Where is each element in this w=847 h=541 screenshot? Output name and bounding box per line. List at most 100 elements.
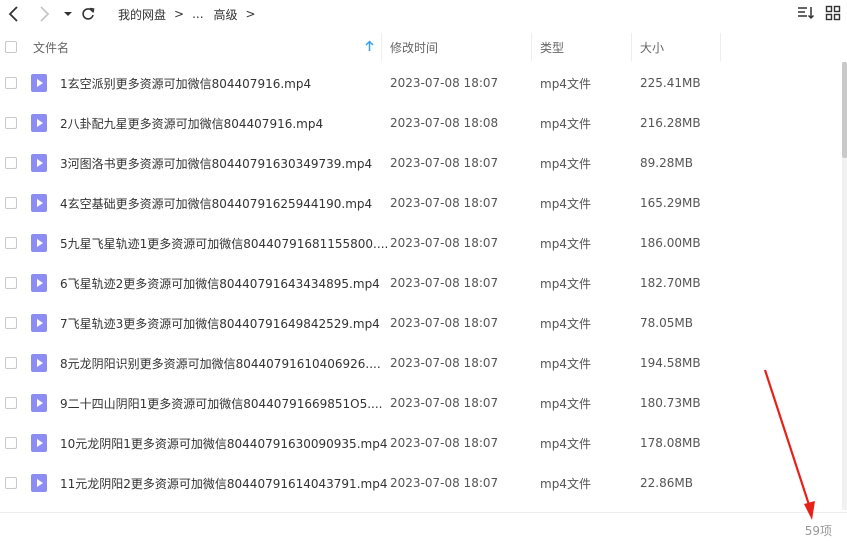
file-type: mp4文件 xyxy=(540,156,591,171)
column-name[interactable]: 文件名 xyxy=(33,33,381,61)
file-size: 22.86MB xyxy=(640,476,693,490)
file-modified: 2023-07-08 18:07 xyxy=(390,356,499,370)
row-checkbox[interactable] xyxy=(5,143,17,183)
row-checkbox[interactable] xyxy=(5,423,17,463)
status-bar: 59项 xyxy=(0,512,847,541)
column-type-label: 类型 xyxy=(540,40,565,55)
table-row[interactable]: 2八卦配九星更多资源可加微信804407916.mp4 2023-07-08 1… xyxy=(0,103,847,143)
file-name[interactable]: 10元龙阴阳1更多资源可加微信80440791630090935.mp4 xyxy=(60,423,387,463)
table-row[interactable]: 7飞星轨迹3更多资源可加微信80440791649842529.mp4 2023… xyxy=(0,303,847,343)
file-name[interactable]: 5九星飞星轨迹1更多资源可加微信80440791681155800.... xyxy=(60,223,388,263)
row-checkbox[interactable] xyxy=(5,463,17,503)
file-size: 216.28MB xyxy=(640,116,701,130)
scrollbar-thumb[interactable] xyxy=(842,62,847,158)
file-modified: 2023-07-08 18:07 xyxy=(390,196,499,210)
item-count: 59项 xyxy=(804,524,832,538)
file-size: 89.28MB xyxy=(640,156,693,170)
file-type: mp4文件 xyxy=(540,356,591,371)
row-checkbox[interactable] xyxy=(5,383,17,423)
file-type: mp4文件 xyxy=(540,396,591,411)
back-arrow-icon[interactable] xyxy=(4,4,24,24)
breadcrumb-ellipsis[interactable]: ... xyxy=(192,7,203,21)
file-modified: 2023-07-08 18:07 xyxy=(390,156,499,170)
file-type: mp4文件 xyxy=(540,316,591,331)
file-modified: 2023-07-08 18:07 xyxy=(390,236,499,250)
table-row[interactable]: 8元龙阴阳识别更多资源可加微信80440791610406926.... 202… xyxy=(0,343,847,383)
file-size: 225.41MB xyxy=(640,76,701,90)
file-modified: 2023-07-08 18:07 xyxy=(390,276,499,290)
forward-arrow-icon[interactable] xyxy=(34,4,54,24)
file-type: mp4文件 xyxy=(540,276,591,291)
file-size: 165.29MB xyxy=(640,196,701,210)
video-file-icon xyxy=(31,223,47,263)
row-checkbox[interactable] xyxy=(5,343,17,383)
video-file-icon xyxy=(31,463,47,503)
column-type[interactable]: 类型 xyxy=(531,33,631,61)
table-row[interactable]: 4玄空基础更多资源可加微信80440791625944190.mp4 2023-… xyxy=(0,183,847,223)
file-name[interactable]: 11元龙阴阳2更多资源可加微信80440791614043791.mp4 xyxy=(60,463,387,503)
column-modified-label: 修改时间 xyxy=(390,40,439,55)
file-size: 182.70MB xyxy=(640,276,701,290)
file-type: mp4文件 xyxy=(540,236,591,251)
row-checkbox[interactable] xyxy=(5,63,17,103)
file-size: 186.00MB xyxy=(640,236,701,250)
table-row[interactable]: 9二十四山阴阳1更多资源可加微信80440791669851O5.... 202… xyxy=(0,383,847,423)
column-name-label: 文件名 xyxy=(33,40,70,55)
video-file-icon xyxy=(31,343,47,383)
row-checkbox[interactable] xyxy=(5,183,17,223)
sort-icon[interactable] xyxy=(797,5,815,25)
dropdown-caret-icon[interactable] xyxy=(58,4,78,24)
file-name[interactable]: 8元龙阴阳识别更多资源可加微信80440791610406926.... xyxy=(60,343,381,383)
file-modified: 2023-07-08 18:07 xyxy=(390,76,499,90)
file-modified: 2023-07-08 18:07 xyxy=(390,396,499,410)
select-all-checkbox[interactable] xyxy=(5,33,17,61)
file-name[interactable]: 6飞星轨迹2更多资源可加微信80440791643434895.mp4 xyxy=(60,263,380,303)
file-size: 194.58MB xyxy=(640,356,701,370)
row-checkbox[interactable] xyxy=(5,263,17,303)
file-type: mp4文件 xyxy=(540,476,591,491)
file-name[interactable]: 9二十四山阴阳1更多资源可加微信80440791669851O5.... xyxy=(60,383,383,423)
file-modified: 2023-07-08 18:07 xyxy=(390,316,499,330)
row-checkbox[interactable] xyxy=(5,223,17,263)
toolbar: 我的网盘 > ... 高级 > xyxy=(0,0,847,28)
column-modified[interactable]: 修改时间 xyxy=(381,33,531,61)
file-type: mp4文件 xyxy=(540,116,591,131)
file-size: 180.73MB xyxy=(640,396,701,410)
chevron-right-icon: > xyxy=(174,7,185,21)
video-file-icon xyxy=(31,103,47,143)
file-name[interactable]: 2八卦配九星更多资源可加微信804407916.mp4 xyxy=(60,103,323,143)
video-file-icon xyxy=(31,143,47,183)
file-type: mp4文件 xyxy=(540,196,591,211)
file-size: 178.08MB xyxy=(640,436,701,450)
breadcrumb-current[interactable]: 高级 xyxy=(214,6,238,23)
video-file-icon xyxy=(31,263,47,303)
column-size-label: 大小 xyxy=(640,40,665,55)
refresh-icon[interactable] xyxy=(78,4,98,24)
row-checkbox[interactable] xyxy=(5,103,17,143)
file-name[interactable]: 7飞星轨迹3更多资源可加微信80440791649842529.mp4 xyxy=(60,303,380,343)
row-checkbox[interactable] xyxy=(5,303,17,343)
table-row[interactable]: 10元龙阴阳1更多资源可加微信80440791630090935.mp4 202… xyxy=(0,423,847,463)
table-row[interactable]: 3河图洛书更多资源可加微信80440791630349739.mp4 2023-… xyxy=(0,143,847,183)
file-name[interactable]: 3河图洛书更多资源可加微信80440791630349739.mp4 xyxy=(60,143,372,183)
table-row[interactable]: 6飞星轨迹2更多资源可加微信80440791643434895.mp4 2023… xyxy=(0,263,847,303)
table-row[interactable]: 1玄空派别更多资源可加微信804407916.mp4 2023-07-08 18… xyxy=(0,63,847,103)
file-modified: 2023-07-08 18:07 xyxy=(390,476,499,490)
grid-view-icon[interactable] xyxy=(825,5,841,25)
file-name[interactable]: 4玄空基础更多资源可加微信80440791625944190.mp4 xyxy=(60,183,372,223)
column-size[interactable]: 大小 xyxy=(631,33,721,61)
video-file-icon xyxy=(31,423,47,463)
breadcrumb: 我的网盘 > ... 高级 > xyxy=(118,4,264,24)
column-header: 文件名 修改时间 类型 大小 xyxy=(0,33,847,61)
table-row[interactable]: 11元龙阴阳2更多资源可加微信80440791614043791.mp4 202… xyxy=(0,463,847,503)
file-size: 78.05MB xyxy=(640,316,693,330)
video-file-icon xyxy=(31,303,47,343)
chevron-right-icon: > xyxy=(245,7,256,21)
file-modified: 2023-07-08 18:08 xyxy=(390,116,499,130)
breadcrumb-root[interactable]: 我的网盘 xyxy=(118,6,166,23)
table-row[interactable]: 5九星飞星轨迹1更多资源可加微信80440791681155800.... 20… xyxy=(0,223,847,263)
sort-ascending-icon xyxy=(365,40,374,55)
file-type: mp4文件 xyxy=(540,76,591,91)
file-type: mp4文件 xyxy=(540,436,591,451)
file-name[interactable]: 1玄空派别更多资源可加微信804407916.mp4 xyxy=(60,63,311,103)
